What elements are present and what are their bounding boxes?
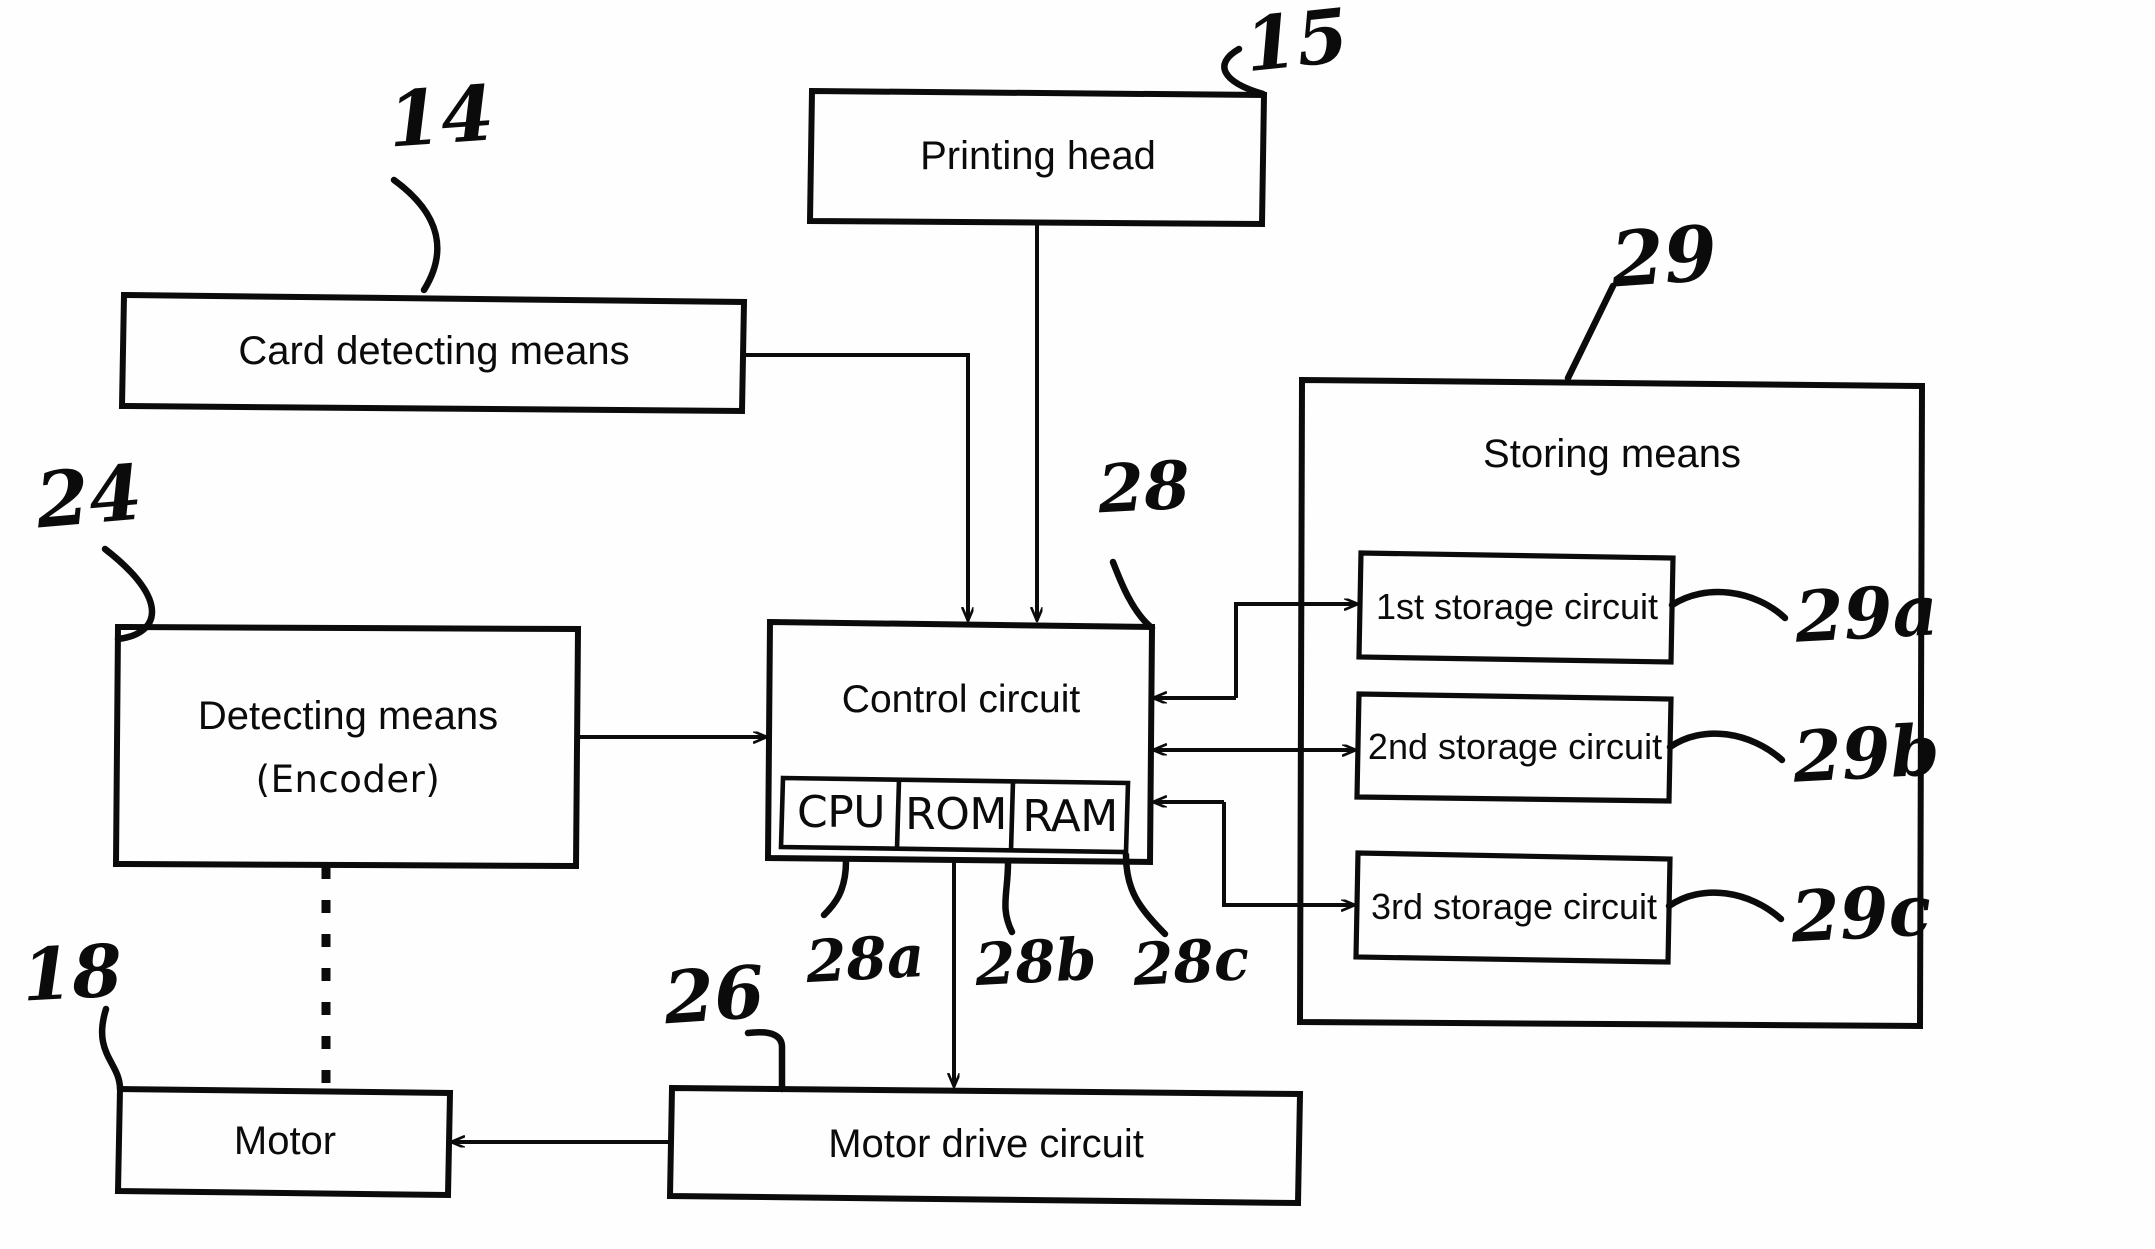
leader-29	[1564, 282, 1617, 382]
storage-2-box-outline	[1354, 691, 1674, 804]
leader-14	[390, 176, 441, 294]
motor-drive-box-outline	[666, 1084, 1304, 1207]
conn-control-to-storage-1	[1234, 604, 1357, 698]
conn-card-detecting-to-control	[744, 353, 968, 620]
detecting-means-box-outline	[112, 623, 582, 870]
leader-29a	[1668, 588, 1789, 622]
patent-figure-canvas: Printing head Card detecting means Detec…	[0, 0, 2155, 1249]
storage-1-box-outline	[1356, 550, 1676, 665]
memory-divider-1	[894, 779, 902, 850]
leader-29b	[1666, 730, 1786, 764]
storage-3-box-outline	[1353, 850, 1673, 965]
leader-28b	[1002, 859, 1016, 936]
leader-29c	[1665, 889, 1785, 923]
diagram-line-art	[98, 45, 1926, 1207]
conn-control-to-storage-3	[1222, 802, 1354, 905]
leader-28a	[820, 857, 850, 919]
memory-divider-2	[1008, 780, 1016, 852]
leader-28c	[1122, 851, 1169, 938]
leader-18	[98, 1005, 124, 1093]
memory-cluster-outline	[778, 775, 1131, 855]
storing-means-box-outline	[1296, 376, 1926, 1030]
control-circuit-box-outline	[764, 618, 1156, 866]
card-detecting-box-outline	[118, 291, 748, 415]
leader-28	[1109, 558, 1156, 632]
leader-26	[744, 1029, 786, 1093]
printing-head-box-outline	[806, 87, 1268, 228]
motor-box-outline	[114, 1085, 454, 1199]
leader-15	[1221, 45, 1267, 98]
